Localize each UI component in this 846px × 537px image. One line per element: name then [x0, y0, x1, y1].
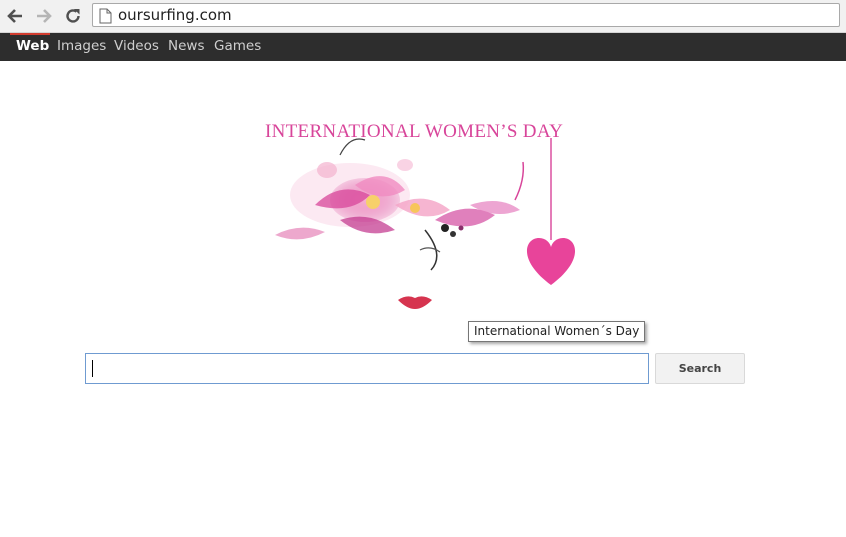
nav-games[interactable]: Games: [214, 33, 261, 61]
reload-icon: [66, 9, 80, 23]
nav-videos[interactable]: Videos: [114, 33, 159, 61]
logo-tooltip: International Women´s Day: [468, 321, 646, 342]
page-icon: [99, 8, 112, 24]
floral-decoration: [275, 138, 525, 271]
address-bar[interactable]: oursurfing.com: [92, 3, 840, 27]
top-navigation: Web Images Videos News Games: [0, 33, 846, 61]
lips: [398, 296, 432, 309]
forward-arrow-icon: [37, 9, 52, 23]
url-text: oursurfing.com: [118, 6, 232, 24]
text-caret: [92, 360, 93, 377]
nav-news[interactable]: News: [168, 33, 204, 61]
forward-button[interactable]: [33, 5, 55, 27]
heart-icon: [526, 238, 576, 285]
nav-web[interactable]: Web: [16, 33, 49, 61]
back-arrow-icon: [7, 9, 22, 23]
search-input[interactable]: [85, 353, 649, 384]
nav-images[interactable]: Images: [57, 33, 106, 61]
search-button[interactable]: Search: [655, 353, 745, 384]
womens-day-logo[interactable]: [255, 110, 595, 320]
reload-button[interactable]: [62, 5, 84, 27]
back-button[interactable]: [4, 5, 26, 27]
browser-toolbar: oursurfing.com: [0, 0, 846, 33]
